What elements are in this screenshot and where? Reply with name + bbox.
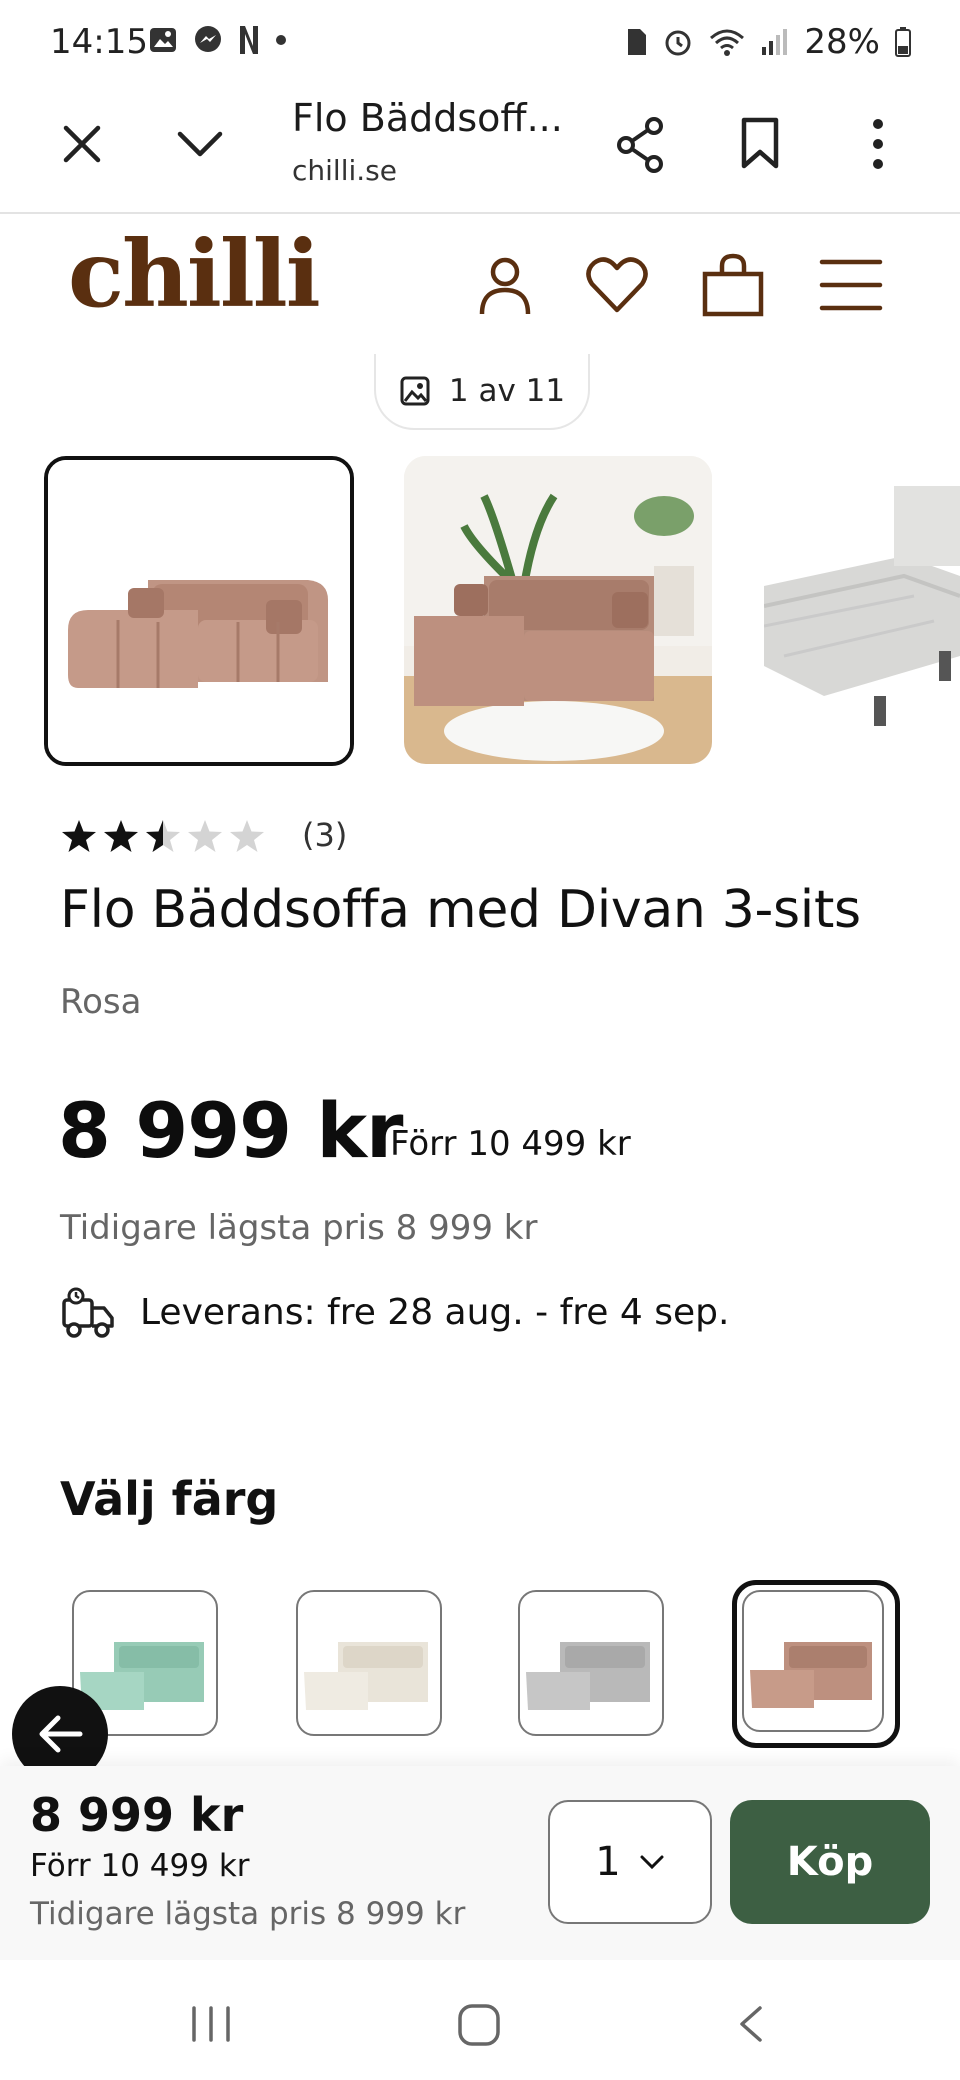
quantity-select[interactable]: 1 [548, 1800, 712, 1924]
product-title: Flo Bäddsoffa med Divan 3-sits [60, 880, 861, 940]
arrow-left-icon [39, 1715, 83, 1753]
account-icon[interactable] [472, 252, 538, 318]
gallery-thumb-3[interactable] [764, 456, 960, 764]
menu-icon[interactable] [818, 252, 884, 318]
chevron-down-icon[interactable] [176, 128, 224, 160]
messenger-icon [195, 26, 221, 52]
chilli-logo[interactable]: chilli [68, 228, 321, 320]
star-half-icon [146, 820, 180, 852]
star-full-icon [62, 820, 96, 852]
gallery-thumb-2[interactable] [404, 456, 712, 764]
delivery-truck-icon [62, 1287, 114, 1338]
sim-icon [628, 29, 647, 55]
netflix-icon [240, 26, 258, 54]
product-color: Rosa [60, 982, 142, 1022]
color-swatch-rosa[interactable] [742, 1590, 884, 1732]
cart-icon[interactable] [700, 252, 766, 318]
battery-percent: 28% [804, 22, 880, 62]
page-title: Flo Bäddsoff... [292, 96, 563, 140]
heart-icon[interactable] [584, 252, 650, 318]
alarm-icon [665, 30, 691, 56]
close-icon[interactable] [60, 122, 104, 166]
home-icon[interactable] [456, 2002, 502, 2048]
gallery-icon [150, 28, 176, 52]
sticky-was-price: Förr 10 499 kr [30, 1848, 250, 1884]
star-empty-icon [188, 820, 222, 852]
battery-icon [895, 27, 911, 57]
status-bar: 14:15 28% [0, 0, 960, 84]
color-swatch-cream[interactable] [296, 1590, 442, 1736]
review-count[interactable]: (3) [302, 816, 347, 854]
browser-toolbar: Flo Bäddsoff... chilli.se [0, 84, 960, 214]
status-time: 14:15 [50, 22, 148, 62]
star-full-icon [104, 820, 138, 852]
sticky-lowest-price: Tidigare lägsta pris 8 999 kr [30, 1896, 466, 1932]
signal-icon [762, 29, 788, 55]
wifi-icon [710, 29, 745, 56]
rating-stars [60, 818, 266, 854]
quantity-value: 1 [595, 1839, 621, 1885]
recents-icon[interactable] [188, 2004, 234, 2044]
more-icon[interactable] [866, 116, 890, 172]
product-price: 8 999 kr [58, 1086, 403, 1175]
color-picker-heading: Välj färg [60, 1472, 279, 1526]
delivery-estimate: Leverans: fre 28 aug. - fre 4 sep. [140, 1292, 730, 1333]
color-swatch-grey[interactable] [518, 1590, 664, 1736]
star-empty-icon [230, 820, 264, 852]
lowest-price: Tidigare lägsta pris 8 999 kr [60, 1208, 538, 1248]
was-price: Förr 10 499 kr [390, 1124, 631, 1164]
dot-icon [276, 35, 286, 45]
sticky-price: 8 999 kr [30, 1788, 244, 1842]
back-icon[interactable] [736, 2004, 764, 2044]
buy-button[interactable]: Köp [730, 1800, 930, 1924]
gallery-thumb-1[interactable] [44, 456, 354, 766]
image-counter: 1 av 11 [374, 354, 590, 430]
chevron-down-icon [640, 1855, 664, 1870]
image-icon [400, 376, 430, 406]
share-icon[interactable] [614, 116, 668, 174]
bookmark-icon[interactable] [740, 116, 780, 170]
page-domain: chilli.se [292, 154, 397, 187]
image-counter-text: 1 av 11 [448, 373, 566, 409]
system-nav-bar [0, 1960, 960, 2080]
